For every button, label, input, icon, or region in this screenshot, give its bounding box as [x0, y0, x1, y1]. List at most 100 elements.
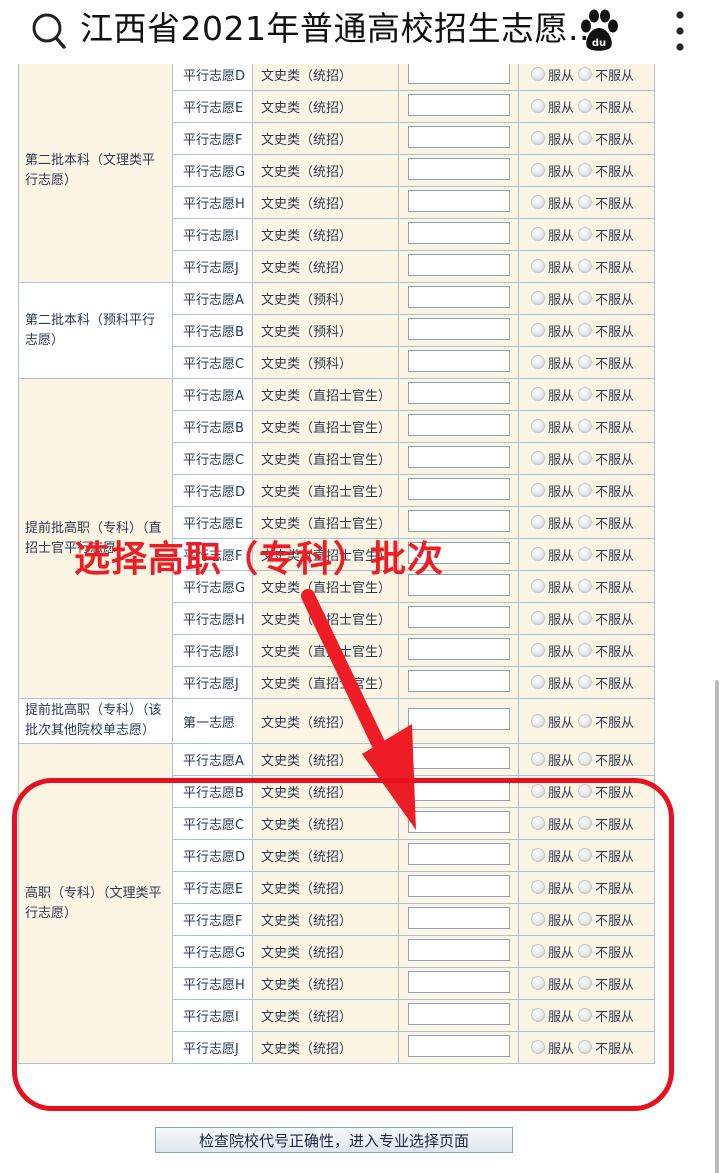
scrollbar[interactable] [715, 680, 719, 1173]
radio-disobey[interactable] [578, 195, 593, 209]
subject-type: 文史类（直招士官生） [252, 378, 399, 411]
radio-disobey[interactable] [578, 323, 593, 337]
code-cell [398, 474, 519, 507]
radio-obey[interactable] [531, 419, 545, 433]
radio-obey[interactable] [531, 752, 545, 766]
search-icon[interactable] [30, 10, 70, 50]
radio-obey[interactable] [531, 99, 545, 113]
radio-disobey[interactable] [578, 131, 593, 145]
radio-disobey[interactable] [578, 163, 593, 177]
code-cell [398, 186, 519, 219]
radio-obey[interactable] [531, 259, 545, 273]
radio-obey[interactable] [531, 643, 545, 657]
code-cell [398, 346, 519, 379]
radio-disobey-label: 不服从 [595, 421, 635, 436]
radio-obey[interactable] [531, 547, 545, 561]
radio-obey[interactable] [531, 483, 545, 497]
radio-disobey[interactable] [578, 675, 593, 689]
adjust-cell: 服从 不服从 [518, 282, 655, 315]
code-cell [398, 442, 519, 475]
page-title[interactable]: 江西省2021年普通高校招生志愿... [80, 8, 601, 50]
radio-disobey[interactable] [578, 713, 593, 728]
radio-obey-label: 服从 [548, 229, 575, 244]
radio-disobey[interactable] [578, 451, 593, 465]
school-code-input[interactable] [407, 413, 510, 436]
subject-type: 文史类（统招） [252, 154, 399, 187]
radio-disobey[interactable] [578, 547, 593, 561]
table-row: 提前批高职（专科）（直招士官平行志愿） 平行志愿A 文史类（直招士官生） 服从 不服从 [18, 378, 655, 699]
school-code-input[interactable] [407, 221, 510, 244]
school-code-input[interactable] [407, 477, 510, 500]
radio-obey-label: 服从 [548, 133, 575, 148]
adjust-cell: 服从 不服从 [518, 474, 655, 507]
radio-disobey[interactable] [578, 99, 593, 113]
radio-disobey[interactable] [578, 355, 593, 369]
radio-disobey-label: 不服从 [595, 485, 635, 500]
table-row: 第二批本科（文理类平行志愿） 平行志愿D 文史类（统招） 服从 不服从 [18, 64, 655, 283]
radio-obey[interactable] [531, 355, 545, 369]
school-code-input[interactable] [407, 93, 510, 116]
radio-obey[interactable] [531, 323, 545, 337]
radio-disobey-label: 不服从 [595, 677, 635, 692]
web-page[interactable]: 第二批本科（文理类平行志愿） 平行志愿D 文史类（统招） 服从 不服从 平行志愿E 文史类（… [0, 64, 727, 1173]
radio-disobey[interactable] [578, 67, 593, 81]
school-code-input[interactable] [407, 317, 510, 340]
radio-disobey[interactable] [578, 387, 593, 401]
radio-disobey[interactable] [578, 752, 593, 766]
radio-obey[interactable] [531, 675, 545, 689]
school-code-input[interactable] [407, 157, 510, 180]
volunteer-name: 平行志愿H [172, 186, 253, 219]
volunteer-name: 平行志愿C [172, 442, 253, 475]
radio-disobey[interactable] [578, 611, 593, 625]
adjust-cell: 服从 不服从 [518, 666, 655, 699]
code-cell [398, 250, 519, 283]
radio-obey[interactable] [531, 291, 545, 305]
radio-obey[interactable] [531, 387, 545, 401]
subject-type: 文史类（统招） [252, 122, 399, 155]
school-code-input[interactable] [407, 349, 510, 372]
radio-obey[interactable] [531, 195, 545, 209]
radio-obey[interactable] [531, 451, 545, 465]
school-code-input[interactable] [407, 253, 510, 276]
radio-obey[interactable] [531, 227, 545, 241]
volunteer-name: 平行志愿A [172, 378, 253, 411]
radio-obey[interactable] [531, 67, 545, 81]
school-code-input[interactable] [407, 125, 510, 148]
radio-obey[interactable] [531, 579, 545, 593]
volunteer-name: 平行志愿H [172, 602, 253, 635]
radio-disobey[interactable] [578, 227, 593, 241]
radio-obey-label: 服从 [548, 197, 575, 212]
subject-type: 文史类（统招） [252, 64, 399, 91]
adjust-cell: 服从 不服从 [518, 538, 655, 571]
radio-obey[interactable] [531, 611, 545, 625]
radio-obey-label: 服从 [548, 453, 575, 468]
radio-disobey[interactable] [578, 259, 593, 273]
radio-disobey-label: 不服从 [595, 69, 635, 84]
check-code-button[interactable]: 检查院校代号正确性，进入专业选择页面 [155, 1127, 513, 1153]
radio-disobey[interactable] [578, 291, 593, 305]
radio-obey[interactable] [531, 131, 545, 145]
school-code-input[interactable] [407, 189, 510, 212]
more-vertical-icon[interactable] [660, 6, 700, 56]
baidu-paw-icon[interactable]: du [578, 7, 620, 53]
radio-disobey[interactable] [578, 515, 593, 529]
school-code-input[interactable] [407, 381, 510, 404]
radio-obey[interactable] [531, 515, 545, 529]
volunteer-name: 平行志愿J [172, 666, 253, 699]
school-code-input[interactable] [407, 285, 510, 308]
radio-obey-label: 服从 [548, 261, 575, 276]
radio-obey[interactable] [531, 713, 545, 728]
school-code-input[interactable] [407, 64, 510, 84]
radio-obey-label: 服从 [548, 165, 575, 180]
radio-obey[interactable] [531, 163, 545, 177]
radio-disobey-label: 不服从 [595, 261, 635, 276]
table-row: 第二批本科（预科平行志愿） 平行志愿A 文史类（预科） 服从 不服从 [18, 282, 655, 379]
school-code-input[interactable] [407, 445, 510, 468]
radio-disobey[interactable] [578, 643, 593, 657]
school-code-input[interactable] [407, 509, 510, 532]
radio-disobey-label: 不服从 [595, 645, 635, 660]
radio-disobey[interactable] [578, 419, 593, 433]
adjust-cell: 服从 不服从 [518, 314, 655, 347]
radio-disobey[interactable] [578, 579, 593, 593]
radio-disobey[interactable] [578, 483, 593, 497]
